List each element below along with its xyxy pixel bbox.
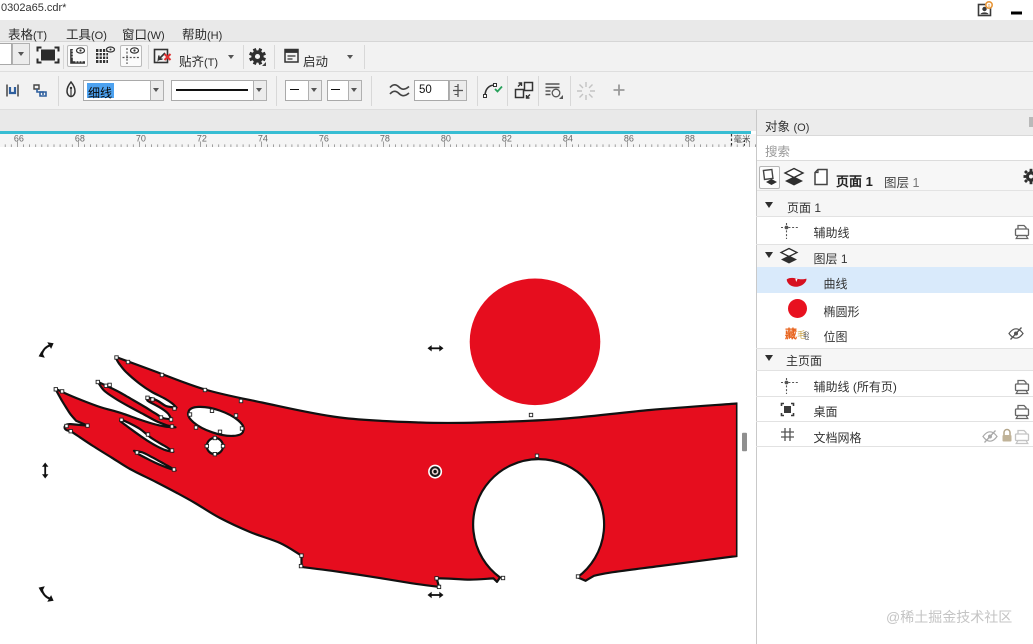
- svg-text:86: 86: [624, 134, 634, 144]
- svg-text:74: 74: [258, 134, 268, 144]
- svg-text:78: 78: [380, 134, 390, 144]
- svg-text:72: 72: [197, 134, 207, 144]
- svg-text:82: 82: [502, 134, 512, 144]
- svg-text:88: 88: [685, 134, 695, 144]
- svg-text:66: 66: [14, 134, 24, 144]
- svg-text:70: 70: [136, 134, 146, 144]
- svg-text:毫米: 毫米: [734, 134, 752, 144]
- svg-text:藏: 藏: [785, 326, 797, 341]
- svg-text:84: 84: [563, 134, 573, 144]
- svg-text:80: 80: [441, 134, 451, 144]
- svg-text:68: 68: [75, 134, 85, 144]
- svg-text:毯: 毯: [803, 330, 809, 341]
- svg-text:76: 76: [319, 134, 329, 144]
